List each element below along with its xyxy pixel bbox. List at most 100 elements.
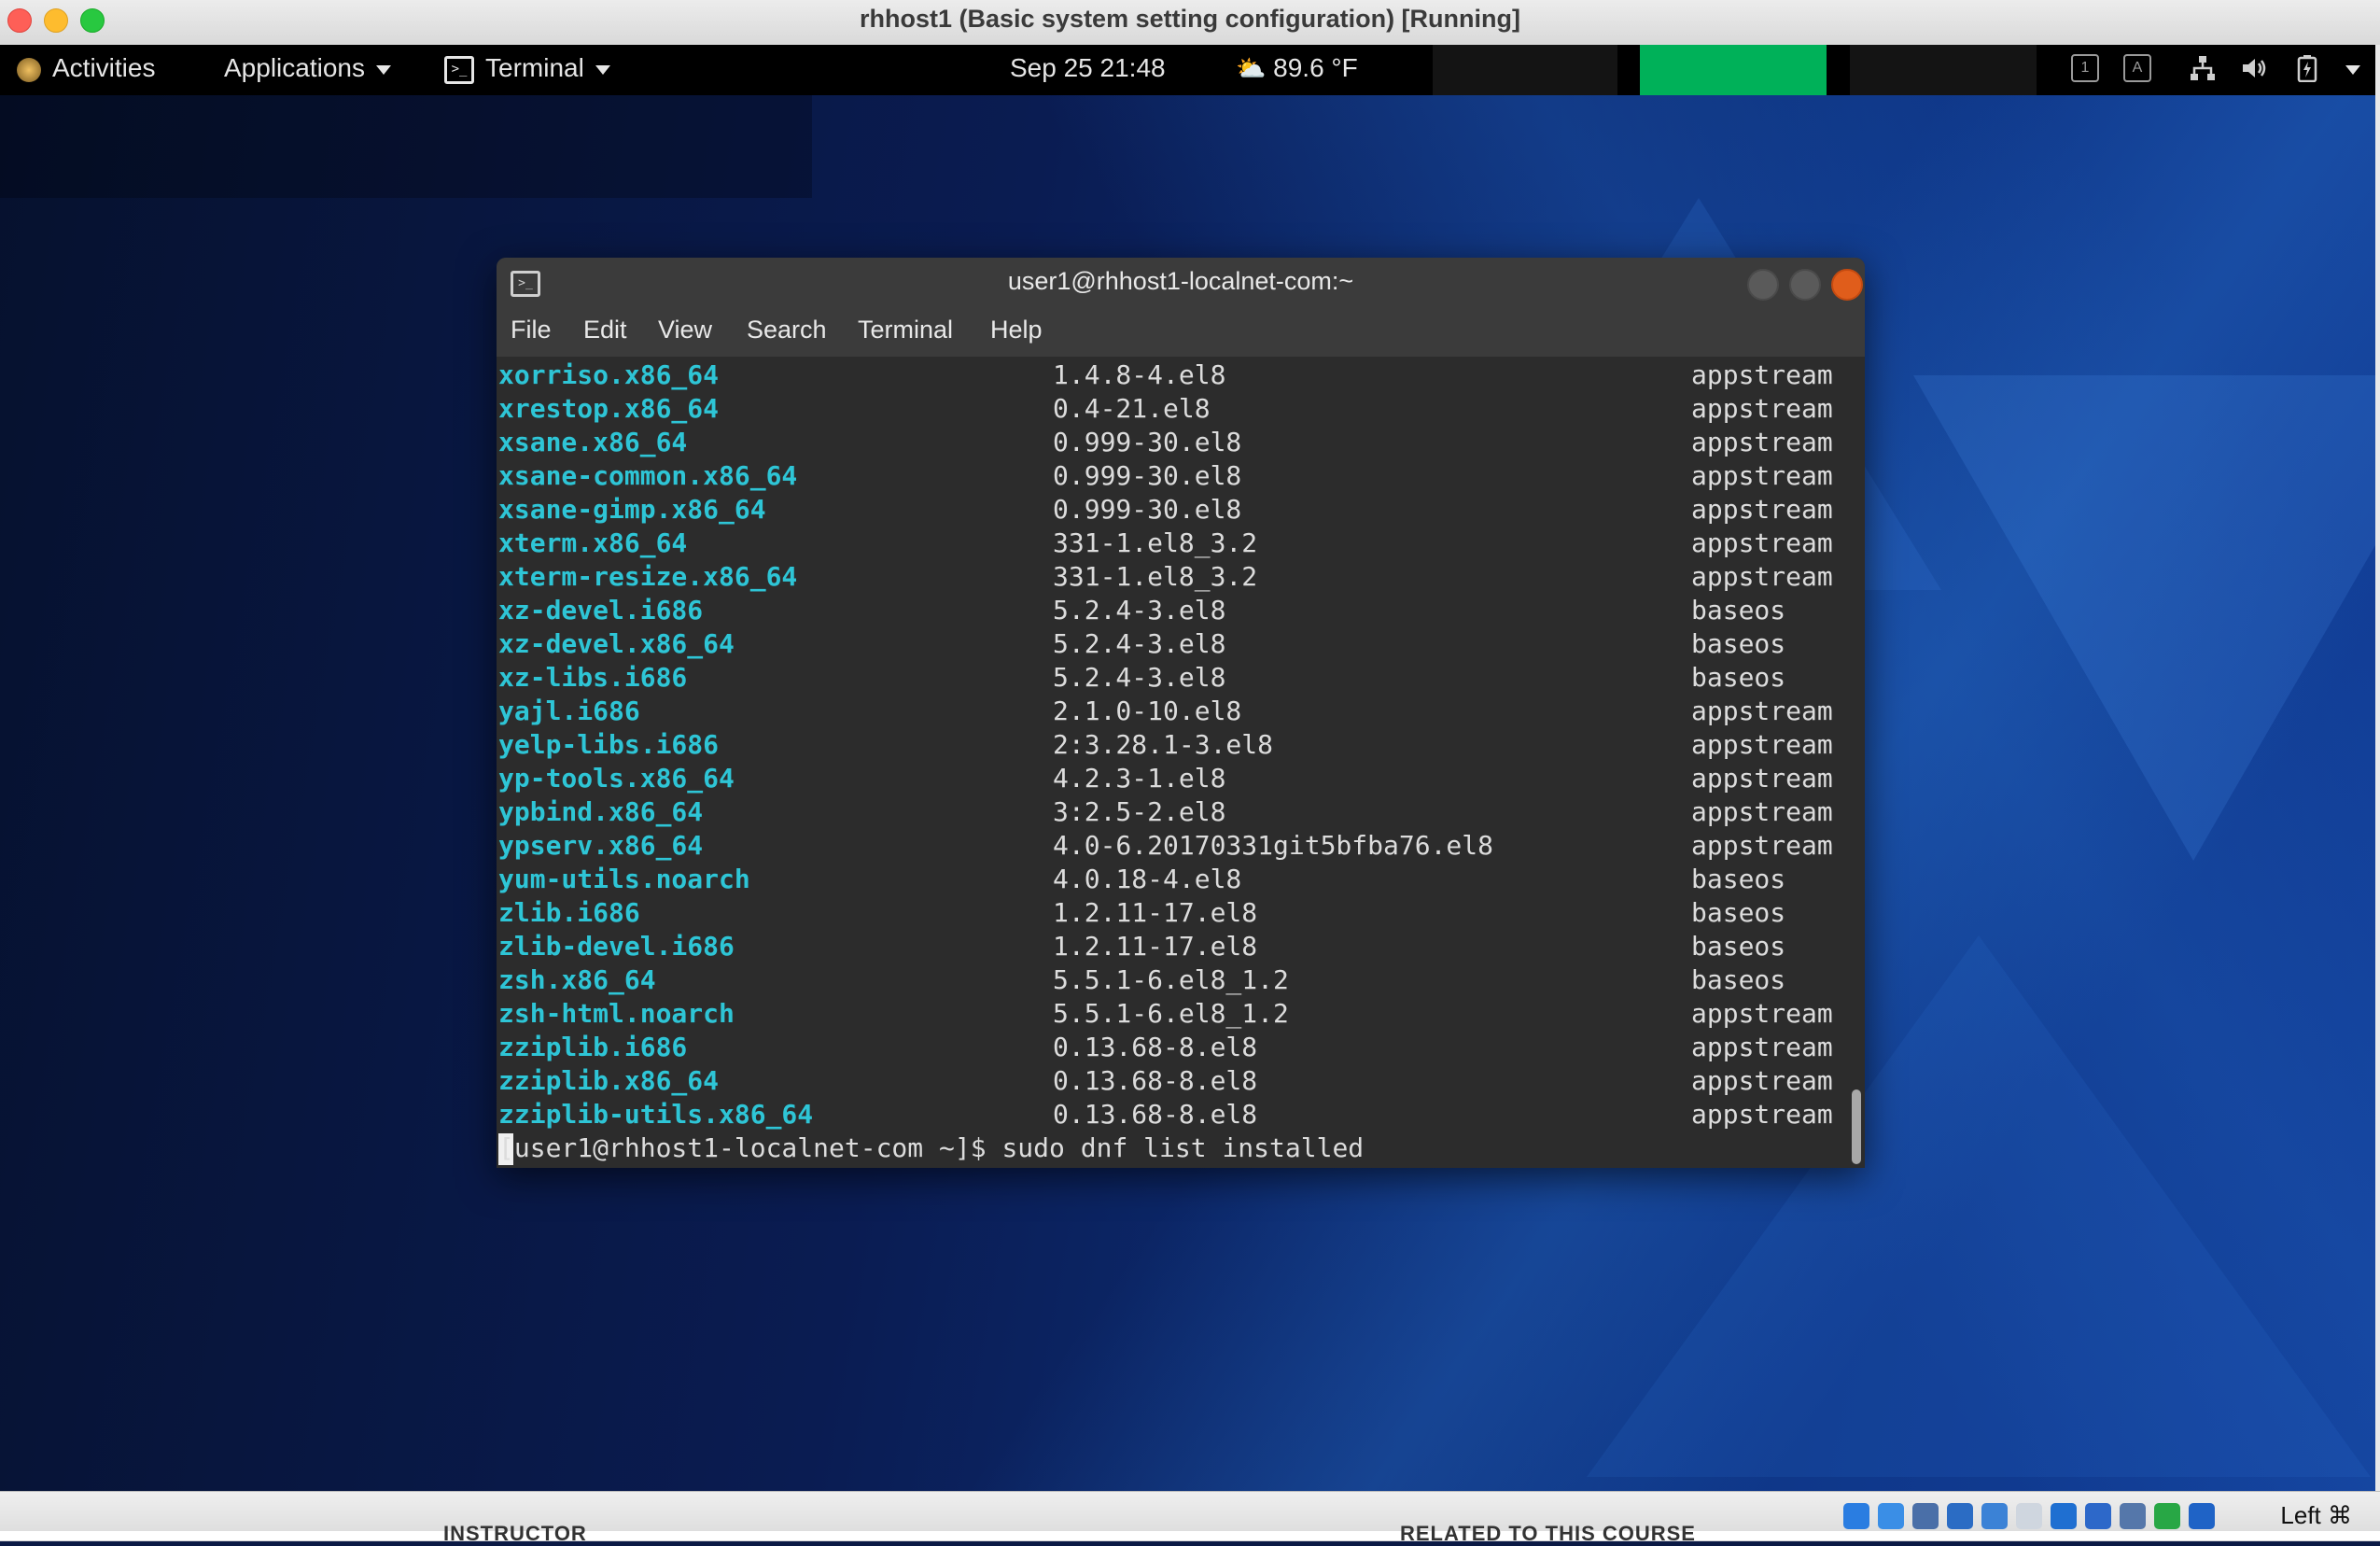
package-repo: appstream (1691, 393, 1833, 424)
package-version: 0.4-21.el8 (1053, 393, 1211, 424)
terminal-scrollbar[interactable] (1848, 357, 1865, 1168)
package-repo: appstream (1691, 427, 1833, 457)
tray-placeholder-1 (1433, 45, 1617, 95)
package-name: yelp-libs.i686 (498, 729, 720, 760)
weather-label: 89.6 °F (1273, 53, 1358, 82)
host-window-titlebar: rhhost1 (Basic system setting configurat… (0, 0, 2380, 46)
network-icon[interactable] (1947, 1503, 1973, 1529)
chevron-down-icon (375, 64, 391, 75)
package-row: zlib.i686 1.2.11-17.el8 baseos (497, 896, 1848, 930)
minimize-button[interactable] (1747, 269, 1779, 301)
cpu-icon[interactable] (2120, 1503, 2146, 1529)
terminal-app-menu[interactable]: >_ Terminal (444, 45, 610, 91)
package-version: 5.2.4-3.el8 (1053, 662, 1226, 693)
package-row: zziplib.i686 0.13.68-8.el8 appstream (497, 1031, 1848, 1064)
maximize-button[interactable] (1789, 269, 1821, 301)
package-row: zsh.x86_64 5.5.1-6.el8_1.2 baseos (497, 963, 1848, 997)
wallpaper-shape (1913, 375, 2380, 861)
package-row: xsane-common.x86_64 0.999-30.el8 appstream (497, 459, 1848, 493)
tray-placeholder-green (1640, 45, 1827, 95)
input-method-icon[interactable]: A (2123, 54, 2151, 82)
package-version: 4.2.3-1.el8 (1053, 763, 1226, 794)
package-name: xsane-common.x86_64 (498, 460, 798, 491)
package-name: xsane.x86_64 (498, 427, 688, 457)
package-version: 0.13.68-8.el8 (1053, 1065, 1258, 1096)
package-repo: appstream (1691, 494, 1833, 525)
package-row: xsane-gimp.x86_64 0.999-30.el8 appstream (497, 493, 1848, 527)
package-version: 331-1.el8_3.2 (1053, 561, 1258, 592)
terminal-output[interactable]: xorriso.x86_64 1.4.8-4.el8 appstream xresto… (497, 357, 1848, 1168)
applications-menu[interactable]: Applications (224, 45, 391, 91)
menu-edit[interactable]: Edit (583, 306, 627, 353)
recording-icon[interactable] (2085, 1503, 2111, 1529)
activities-label: Activities (52, 53, 156, 82)
package-version: 1.4.8-4.el8 (1053, 359, 1226, 390)
weather-indicator[interactable]: ⛅ 89.6 °F (1236, 45, 1358, 91)
package-name: yp-tools.x86_64 (498, 763, 735, 794)
package-name: zziplib.x86_64 (498, 1065, 720, 1096)
optical-drive-icon[interactable] (1878, 1503, 1904, 1529)
hard-disk-icon[interactable] (1843, 1503, 1869, 1529)
package-name: xterm-resize.x86_64 (498, 561, 798, 592)
package-row: ypbind.x86_64 3:2.5-2.el8 appstream (497, 795, 1848, 829)
network-icon[interactable] (2189, 54, 2217, 82)
package-repo: baseos (1691, 662, 1786, 693)
audio-icon[interactable] (1912, 1503, 1939, 1529)
package-version: 1.2.11-17.el8 (1053, 931, 1258, 962)
package-name: zziplib.i686 (498, 1032, 688, 1062)
close-button[interactable] (1831, 269, 1863, 301)
package-repo: baseos (1691, 897, 1786, 928)
gnome-top-bar: Activities Applications >_ Terminal Sep 2… (0, 45, 2375, 95)
package-name: xz-devel.i686 (498, 595, 704, 625)
package-repo: appstream (1691, 729, 1833, 760)
datetime-label: Sep 25 21:48 (1010, 53, 1166, 82)
package-name: zsh.x86_64 (498, 964, 656, 995)
workspace-1-icon[interactable]: 1 (2071, 54, 2099, 82)
package-name: zziplib-utils.x86_64 (498, 1099, 814, 1130)
package-version: 331-1.el8_3.2 (1053, 527, 1258, 558)
clock[interactable]: Sep 25 21:48 (1010, 45, 1166, 91)
package-name: xz-devel.x86_64 (498, 628, 735, 659)
package-repo: baseos (1691, 864, 1786, 894)
package-row: xz-devel.x86_64 5.2.4-3.el8 baseos (497, 627, 1848, 661)
package-version: 0.999-30.el8 (1053, 427, 1242, 457)
menu-file[interactable]: File (511, 306, 552, 353)
package-row: zziplib-utils.x86_64 0.13.68-8.el8 appstre… (497, 1098, 1848, 1131)
package-row: yajl.i686 2.1.0-10.el8 appstream (497, 695, 1848, 728)
package-row: xterm-resize.x86_64 331-1.el8_3.2 appstrea… (497, 560, 1848, 594)
mouse-integration-icon[interactable] (2154, 1503, 2180, 1529)
desktop-shade (0, 95, 812, 198)
system-menu-button[interactable] (2343, 54, 2363, 82)
package-version: 3:2.5-2.el8 (1053, 796, 1226, 827)
terminal-menubar: File Edit View Search Terminal Help (497, 306, 1865, 353)
display-icon[interactable] (2051, 1503, 2077, 1529)
battery-icon[interactable] (2296, 54, 2318, 83)
package-version: 5.2.4-3.el8 (1053, 628, 1226, 659)
arrow-down-icon[interactable] (2189, 1503, 2215, 1529)
package-repo: appstream (1691, 460, 1833, 491)
package-row: xz-devel.i686 5.2.4-3.el8 baseos (497, 594, 1848, 627)
menu-help[interactable]: Help (990, 306, 1043, 353)
package-repo: appstream (1691, 1099, 1833, 1130)
below-right-heading: RELATED TO THIS COURSE (1400, 1522, 1696, 1545)
package-repo: baseos (1691, 628, 1786, 659)
scrollbar-thumb[interactable] (1852, 1089, 1861, 1164)
package-repo: appstream (1691, 998, 1833, 1029)
activities-button[interactable]: Activities (17, 45, 155, 91)
menu-search[interactable]: Search (747, 306, 827, 353)
menu-view[interactable]: View (658, 306, 712, 353)
package-name: xrestop.x86_64 (498, 393, 720, 424)
shared-folder-icon[interactable] (2016, 1503, 2042, 1529)
terminal-window[interactable]: >_ user1@rhhost1-localnet-com:~ File Edi… (497, 258, 1865, 1168)
usb-icon[interactable] (1981, 1503, 2008, 1529)
volume-icon[interactable] (2240, 54, 2268, 82)
chevron-down-icon (2345, 65, 2360, 76)
package-repo: appstream (1691, 527, 1833, 558)
package-name: zlib.i686 (498, 897, 640, 928)
page-below-window (0, 1531, 2380, 1540)
menu-terminal[interactable]: Terminal (858, 306, 953, 353)
package-repo: appstream (1691, 1032, 1833, 1062)
package-row: zziplib.x86_64 0.13.68-8.el8 appstream (497, 1064, 1848, 1098)
prompt-line[interactable]: [user1@rhhost1-localnet-com ~]$ sudo dnf… (497, 1131, 1848, 1165)
package-row: xterm.x86_64 331-1.el8_3.2 appstream (497, 527, 1848, 560)
